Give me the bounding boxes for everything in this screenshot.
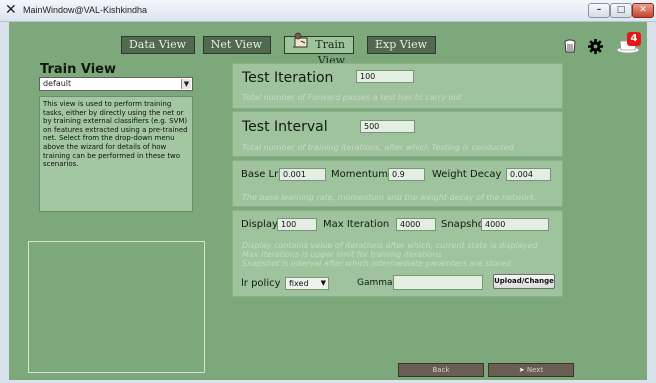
description-box: This view is used to perform training ta… [39,96,193,212]
preset-select-value: default [43,79,72,88]
train-view-title: Train View [40,62,116,77]
tab-exp-view-label: Exp View [375,38,427,51]
lr-policy-label: lr policy [241,278,281,289]
display-input[interactable]: 100 [277,218,317,231]
base-lr-label: Base Lr [241,169,279,180]
back-button-label: Back [432,366,450,374]
lr-policy-select[interactable]: fixed ▼ [285,277,329,290]
maximize-button[interactable]: □ [610,3,632,18]
next-button[interactable]: ➤ Next [488,363,574,377]
weight-decay-label: Weight Decay [432,169,502,180]
base-lr-input[interactable]: 0.001 [279,168,326,181]
preset-select[interactable]: default ▼ [39,77,193,91]
notification-count-badge: 4 [627,32,641,46]
display-hint: Display contains value of iterations aft… [242,241,538,250]
test-interval-input[interactable]: 500 [360,120,415,133]
test-iteration-label: Test Iteration [242,70,334,86]
back-button[interactable]: Back [398,363,484,377]
test-interval-hint: Total number of training iterations, aft… [242,143,514,152]
max-iteration-label: Max Iteration [323,219,390,230]
tab-exp-view[interactable]: Exp View [367,36,436,54]
test-interval-panel: Test Interval 500 Total number of traini… [232,111,563,157]
chevron-down-icon: ▼ [320,279,326,287]
gamma-input[interactable] [393,275,483,290]
learning-params-hint: The base learning rate, momentum and the… [242,193,538,202]
test-iteration-hint: Total number of Forward passes a test ha… [242,93,462,102]
gear-icon[interactable] [587,38,604,55]
next-button-label: Next [526,366,544,374]
chevron-down-icon[interactable]: ▼ [181,79,191,89]
gamma-label: Gamma [357,278,393,288]
window-titlebar: ✕ MainWindow@VAL-Kishkindha – □ ✕ [0,0,656,22]
test-iteration-input[interactable]: 100 [356,70,414,83]
wizard-details-panel [28,241,205,373]
test-iteration-panel: Test Iteration 100 Total number of Forwa… [232,63,563,109]
tab-train-view[interactable]: Train View [284,32,354,67]
tab-net-view-label: Net View [210,38,262,51]
close-button[interactable]: ✕ [632,3,654,18]
upload-change-button[interactable]: Upload/Change [493,274,555,289]
learning-params-panel: Base Lr 0.001 Momentum 0.9 Weight Decay … [232,160,563,207]
display-label: Display [241,219,278,230]
tab-data-view[interactable]: Data View [121,36,195,54]
recycle-bin-icon[interactable] [562,38,578,54]
cursor-icon: ➤ [518,366,525,374]
tab-data-view-label: Data View [128,38,186,51]
momentum-label: Momentum [331,169,388,180]
test-interval-label: Test Interval [242,119,328,135]
max-iteration-hint: Max Iterations is upper limit for traini… [242,250,442,259]
snapshot-input[interactable]: 4000 [481,218,549,231]
app-icon: ✕ [5,2,17,18]
momentum-input[interactable]: 0.9 [388,168,425,181]
weight-decay-input[interactable]: 0.004 [506,168,551,181]
lr-policy-value: fixed [289,279,309,288]
train-wizard-icon [293,32,308,48]
max-iteration-input[interactable]: 4000 [396,218,436,231]
minimize-button[interactable]: – [588,3,610,18]
snapshot-hint: Snapshot is interval after which interme… [242,259,511,268]
tab-net-view[interactable]: Net View [203,36,271,54]
window-title: MainWindow@VAL-Kishkindha [23,5,148,15]
